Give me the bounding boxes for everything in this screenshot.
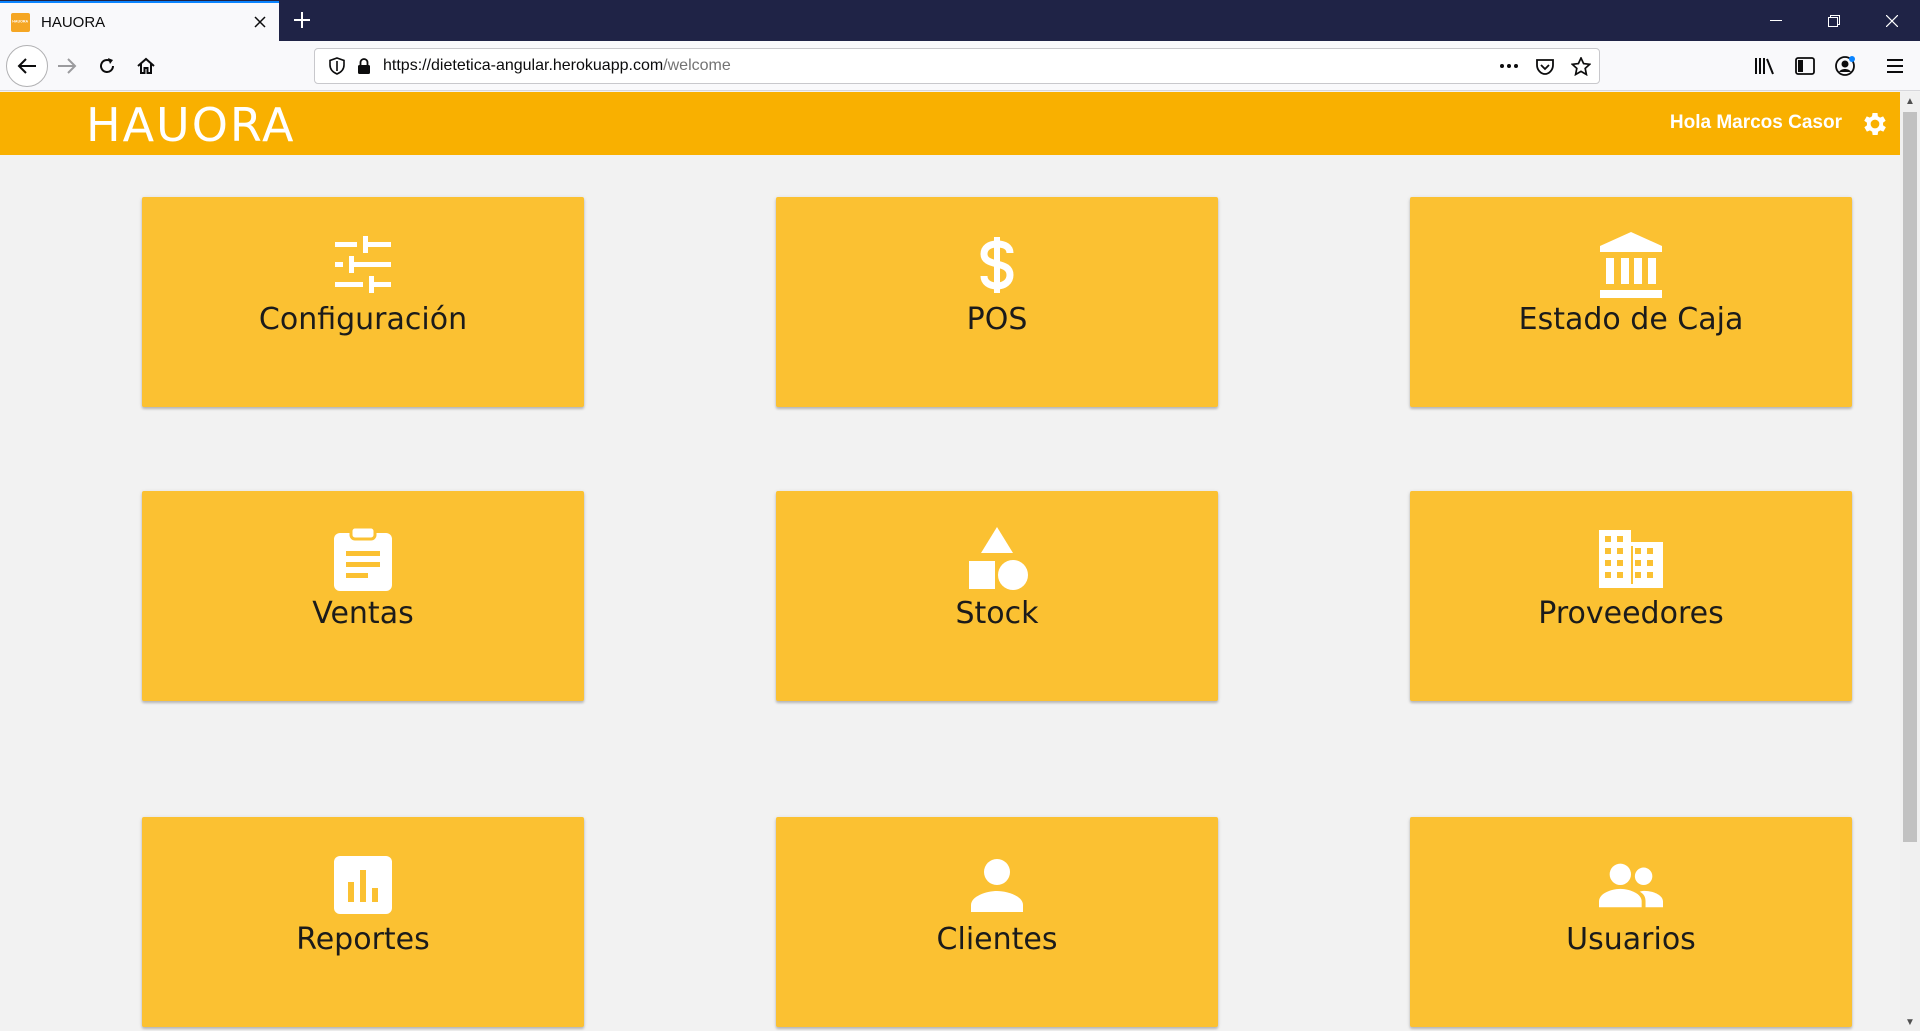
url-path: /welcome — [663, 57, 731, 74]
user-greeting: Hola Marcos Casor — [1669, 112, 1842, 133]
card-reportes[interactable]: Reportes — [142, 817, 584, 1027]
scroll-down-icon[interactable]: ▼ — [1900, 1013, 1920, 1031]
browser-toolbar: https://dietetica-angular.herokuapp.com/… — [0, 41, 1920, 91]
close-window-icon[interactable] — [1864, 0, 1920, 41]
close-tab-icon[interactable] — [247, 9, 273, 35]
tracking-shield-icon[interactable] — [327, 56, 347, 76]
tab-title: HAUORA — [41, 13, 106, 31]
card-label: Configuración — [258, 302, 468, 337]
back-button[interactable] — [6, 45, 48, 87]
scroll-up-icon[interactable]: ▲ — [1900, 92, 1920, 110]
new-tab-icon[interactable] — [288, 6, 316, 34]
url-text[interactable]: https://dietetica-angular.herokuapp.com/… — [383, 57, 1491, 75]
bookmark-star-icon[interactable] — [1563, 49, 1599, 83]
scroll-thumb[interactable] — [1903, 112, 1917, 842]
card-label: Clientes — [936, 922, 1058, 957]
lock-icon[interactable] — [355, 56, 373, 76]
people-icon — [1599, 853, 1663, 917]
hauora-logo[interactable]: HAUORA — [86, 98, 296, 152]
tune-icon — [331, 233, 395, 297]
favicon-icon: HAUORA — [11, 12, 30, 32]
address-bar[interactable]: https://dietetica-angular.herokuapp.com/… — [314, 48, 1600, 84]
favicon-text: HAUORA — [12, 20, 29, 24]
card-usuarios[interactable]: Usuarios — [1410, 817, 1852, 1027]
library-icon[interactable] — [1748, 49, 1782, 83]
card-label: Usuarios — [1566, 922, 1696, 957]
pocket-icon[interactable] — [1527, 49, 1563, 83]
card-clientes[interactable]: Clientes — [776, 817, 1218, 1027]
card-configuracion[interactable]: Configuración — [142, 197, 584, 407]
card-label: Ventas — [312, 596, 414, 631]
shapes-icon — [965, 527, 1029, 591]
card-label: Stock — [955, 596, 1039, 631]
page-actions-icon[interactable] — [1491, 49, 1527, 83]
home-button[interactable] — [129, 49, 163, 83]
app-header: HAUORA Hola Marcos Casor — [0, 92, 1900, 155]
url-host: https://dietetica-angular.herokuapp.com — [383, 57, 664, 74]
account-icon[interactable] — [1828, 49, 1862, 83]
browser-tab-strip: HAUORA HAUORA — [0, 0, 1920, 41]
card-pos[interactable]: POS — [776, 197, 1218, 407]
card-ventas[interactable]: Ventas — [142, 491, 584, 701]
forward-button[interactable] — [50, 49, 84, 83]
card-label: Proveedores — [1538, 596, 1724, 631]
bank-icon — [1599, 232, 1663, 298]
restore-icon[interactable] — [1806, 0, 1862, 41]
card-stock[interactable]: Stock — [776, 491, 1218, 701]
clipboard-icon — [331, 527, 395, 591]
reload-button[interactable] — [90, 49, 124, 83]
person-icon — [965, 853, 1029, 917]
minimize-icon[interactable] — [1748, 0, 1804, 41]
page-scrollbar[interactable]: ▲ ▼ — [1900, 92, 1920, 1031]
bar-chart-icon — [331, 853, 395, 917]
card-label: Estado de Caja — [1518, 302, 1744, 337]
browser-tab[interactable]: HAUORA HAUORA — [0, 1, 279, 41]
gear-icon[interactable] — [1860, 109, 1890, 139]
card-label: Reportes — [296, 922, 430, 957]
dollar-icon — [965, 233, 1029, 297]
building-icon — [1599, 527, 1663, 591]
card-proveedores[interactable]: Proveedores — [1410, 491, 1852, 701]
menu-icon[interactable] — [1878, 49, 1912, 83]
card-label: POS — [966, 302, 1028, 337]
sidebar-icon[interactable] — [1788, 49, 1822, 83]
card-estado-de-caja[interactable]: Estado de Caja — [1410, 197, 1852, 407]
